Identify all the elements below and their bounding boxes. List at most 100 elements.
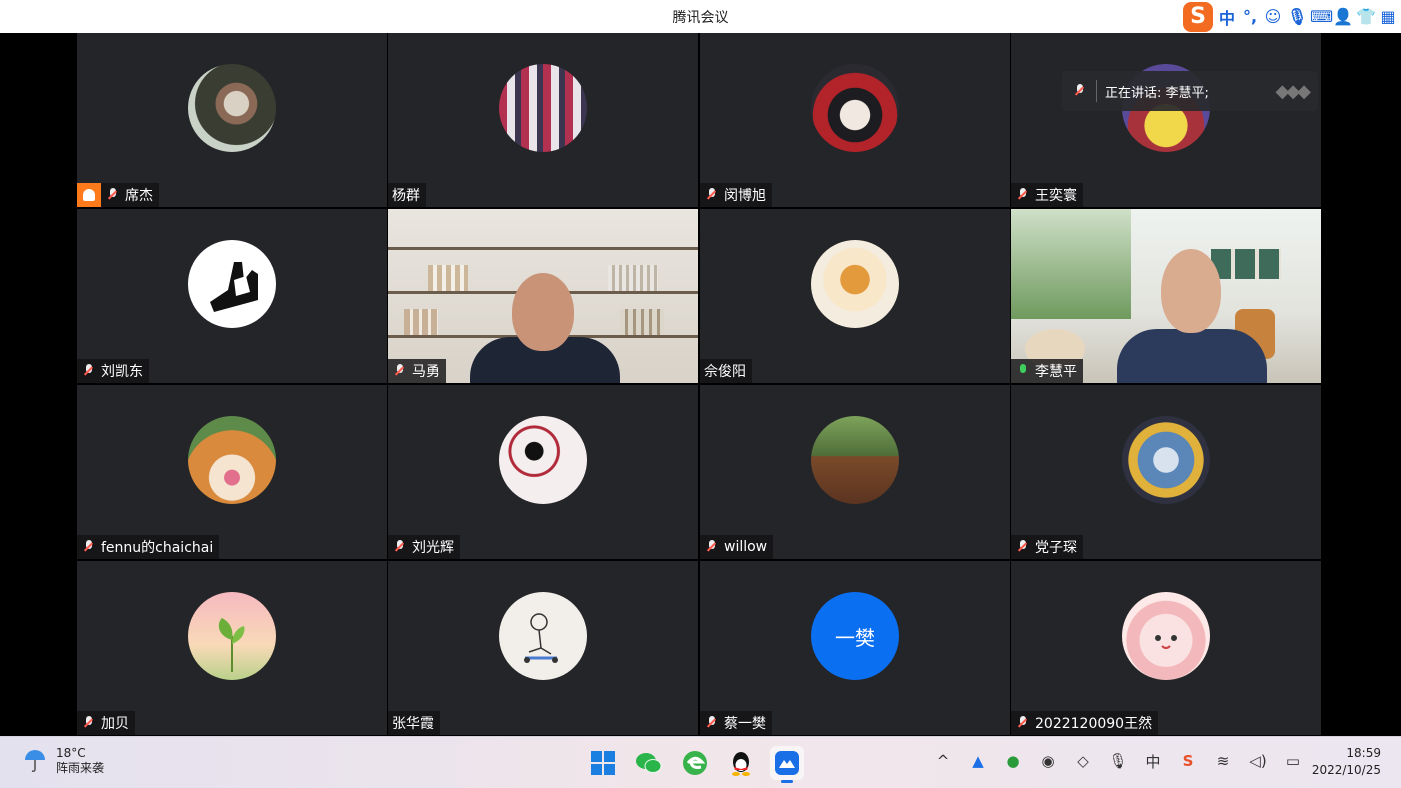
chevron-up-icon[interactable]: ^ (932, 750, 954, 772)
participant-tile[interactable]: fennu的chaichai (77, 385, 387, 559)
participant-avatar (188, 64, 276, 152)
ime-toolbar: S 中 °, ☺ 🎙 ⌨ 👤 👕 ▦ (1183, 1, 1397, 32)
participant-tile[interactable]: 刘凯东 (77, 209, 387, 383)
qq-tray-icon[interactable]: ◉ (1037, 750, 1059, 772)
participant-avatar-initials: 一樊 (811, 592, 899, 680)
mic-muted-icon (704, 715, 720, 731)
mic-muted-icon (704, 187, 720, 203)
participant-grid: 席杰 杨群 闵博旭 王奕寰 刘凯东 马勇 佘俊阳 李慧平 fennu的chaic… (77, 33, 1324, 736)
speaking-label: 正在讲话: 李慧平; (1105, 85, 1209, 101)
participant-name: 闵博旭 (724, 188, 766, 204)
speaking-indicator: 正在讲话: 李慧平; ◆◆◆ (1062, 71, 1318, 111)
name-tag: 刘光辉 (388, 535, 460, 559)
clock-time: 18:59 (1346, 746, 1381, 760)
mic-muted-icon (1015, 187, 1031, 203)
participant-tile[interactable]: 刘光辉 (388, 385, 698, 559)
participant-avatar (811, 416, 899, 504)
name-tag: 党子琛 (1011, 535, 1083, 559)
name-tag: willow (700, 535, 774, 559)
participant-tile[interactable]: 佘俊阳 (700, 209, 1010, 383)
participant-avatar (499, 416, 587, 504)
participant-avatar (188, 416, 276, 504)
battery-icon[interactable]: ▭ (1282, 750, 1304, 772)
participant-tile[interactable]: 张华霞 (388, 561, 698, 735)
toolbox-icon[interactable]: ▦ (1379, 7, 1397, 26)
participant-name: 杨群 (392, 188, 420, 204)
participant-video (1011, 209, 1321, 383)
ime-chinese-icon[interactable]: 中 (1142, 750, 1164, 772)
mic-muted-icon (392, 539, 408, 555)
ime-punctuation[interactable]: °, (1241, 7, 1259, 26)
participant-name: 刘凯东 (101, 364, 143, 380)
mic-muted-icon (704, 539, 720, 555)
tencent-meeting-tray-icon[interactable]: ▲ (967, 750, 989, 772)
weather-temperature: 18°C (56, 746, 86, 760)
volume-icon[interactable]: ◁) (1247, 750, 1269, 772)
mic-muted-icon (81, 539, 97, 555)
mic-muted-icon (392, 363, 408, 379)
participant-avatar (811, 240, 899, 328)
participant-name: 李慧平 (1035, 364, 1077, 380)
participant-avatar (188, 592, 276, 680)
participant-tile-active-speaker[interactable]: 李慧平 (1011, 209, 1321, 383)
participant-video (388, 209, 698, 383)
participant-tile[interactable]: 闵博旭 (700, 33, 1010, 207)
participant-name: 2022120090王然 (1035, 716, 1153, 732)
participant-name: 张华霞 (392, 716, 434, 732)
name-tag: 佘俊阳 (700, 359, 752, 383)
participant-tile[interactable]: 席杰 (77, 33, 387, 207)
participant-tile[interactable]: willow (700, 385, 1010, 559)
participant-tile[interactable]: 党子琛 (1011, 385, 1321, 559)
weather-description: 阵雨来袭 (56, 761, 105, 775)
sync-tray-icon[interactable]: ● (1002, 750, 1024, 772)
name-tag: 2022120090王然 (1011, 711, 1159, 735)
wifi-icon[interactable]: ≋ (1212, 750, 1234, 772)
mic-muted-icon (1015, 715, 1031, 731)
participant-name: 党子琛 (1035, 540, 1077, 556)
clock-date: 2022/10/25 (1311, 763, 1381, 777)
participant-name: 刘光辉 (412, 540, 454, 556)
notification-bell-icon[interactable]: ◇ (1072, 750, 1094, 772)
taskbar-apps (586, 746, 804, 783)
participant-tile[interactable]: 杨群 (388, 33, 698, 207)
voice-icon[interactable]: 🎙 (1287, 7, 1307, 26)
participant-tile[interactable]: 加贝 (77, 561, 387, 735)
skin-icon[interactable]: 👕 (1356, 7, 1376, 26)
sogou-ime-tray-icon[interactable]: S (1177, 750, 1199, 772)
participant-tile[interactable]: 2022120090王然 (1011, 561, 1321, 735)
mic-muted-icon[interactable] (1072, 83, 1088, 99)
weather-widget[interactable]: 18°C 阵雨来袭 (22, 746, 104, 776)
drag-handle-icon[interactable]: ◆◆◆ (1275, 81, 1310, 102)
qq-icon[interactable] (724, 746, 758, 780)
name-tag: 加贝 (77, 711, 135, 735)
host-badge-icon (77, 183, 101, 207)
edge-browser-icon[interactable] (678, 746, 712, 780)
name-tag: 杨群 (388, 183, 426, 207)
tencent-meeting-icon[interactable] (770, 746, 804, 783)
keyboard-icon[interactable]: ⌨ (1310, 7, 1333, 26)
participant-tile[interactable]: 王奕寰 (1011, 33, 1321, 207)
windows-start-icon[interactable] (586, 746, 620, 780)
wechat-icon[interactable] (632, 746, 666, 780)
participant-avatar (1122, 416, 1210, 504)
taskbar-clock[interactable]: 18:59 2022/10/25 (1312, 745, 1381, 779)
microphone-icon[interactable]: 🎙 (1107, 750, 1129, 772)
user-icon[interactable]: 👤 (1333, 7, 1353, 26)
sogou-logo-icon[interactable]: S (1183, 1, 1213, 32)
participant-tile[interactable]: 马勇 (388, 209, 698, 383)
participant-avatar (188, 240, 276, 328)
participant-name: 马勇 (412, 364, 440, 380)
system-tray: ^ ▲ ● ◉ ◇ 🎙 中 S ≋ ◁) ▭ (932, 750, 1304, 772)
participant-avatar (1122, 592, 1210, 680)
participant-avatar (811, 64, 899, 152)
participant-name: 王奕寰 (1035, 188, 1077, 204)
participant-name: 席杰 (125, 188, 153, 204)
name-tag: fennu的chaichai (77, 535, 220, 559)
name-tag: 刘凯东 (77, 359, 149, 383)
name-tag: 席杰 (77, 183, 159, 207)
mic-muted-icon (81, 363, 97, 379)
participant-tile[interactable]: 一樊 蔡一樊 (700, 561, 1010, 735)
emoji-icon[interactable]: ☺ (1264, 7, 1282, 26)
ime-chinese-mode[interactable]: 中 (1218, 5, 1236, 29)
participant-name: 蔡一樊 (724, 716, 766, 732)
